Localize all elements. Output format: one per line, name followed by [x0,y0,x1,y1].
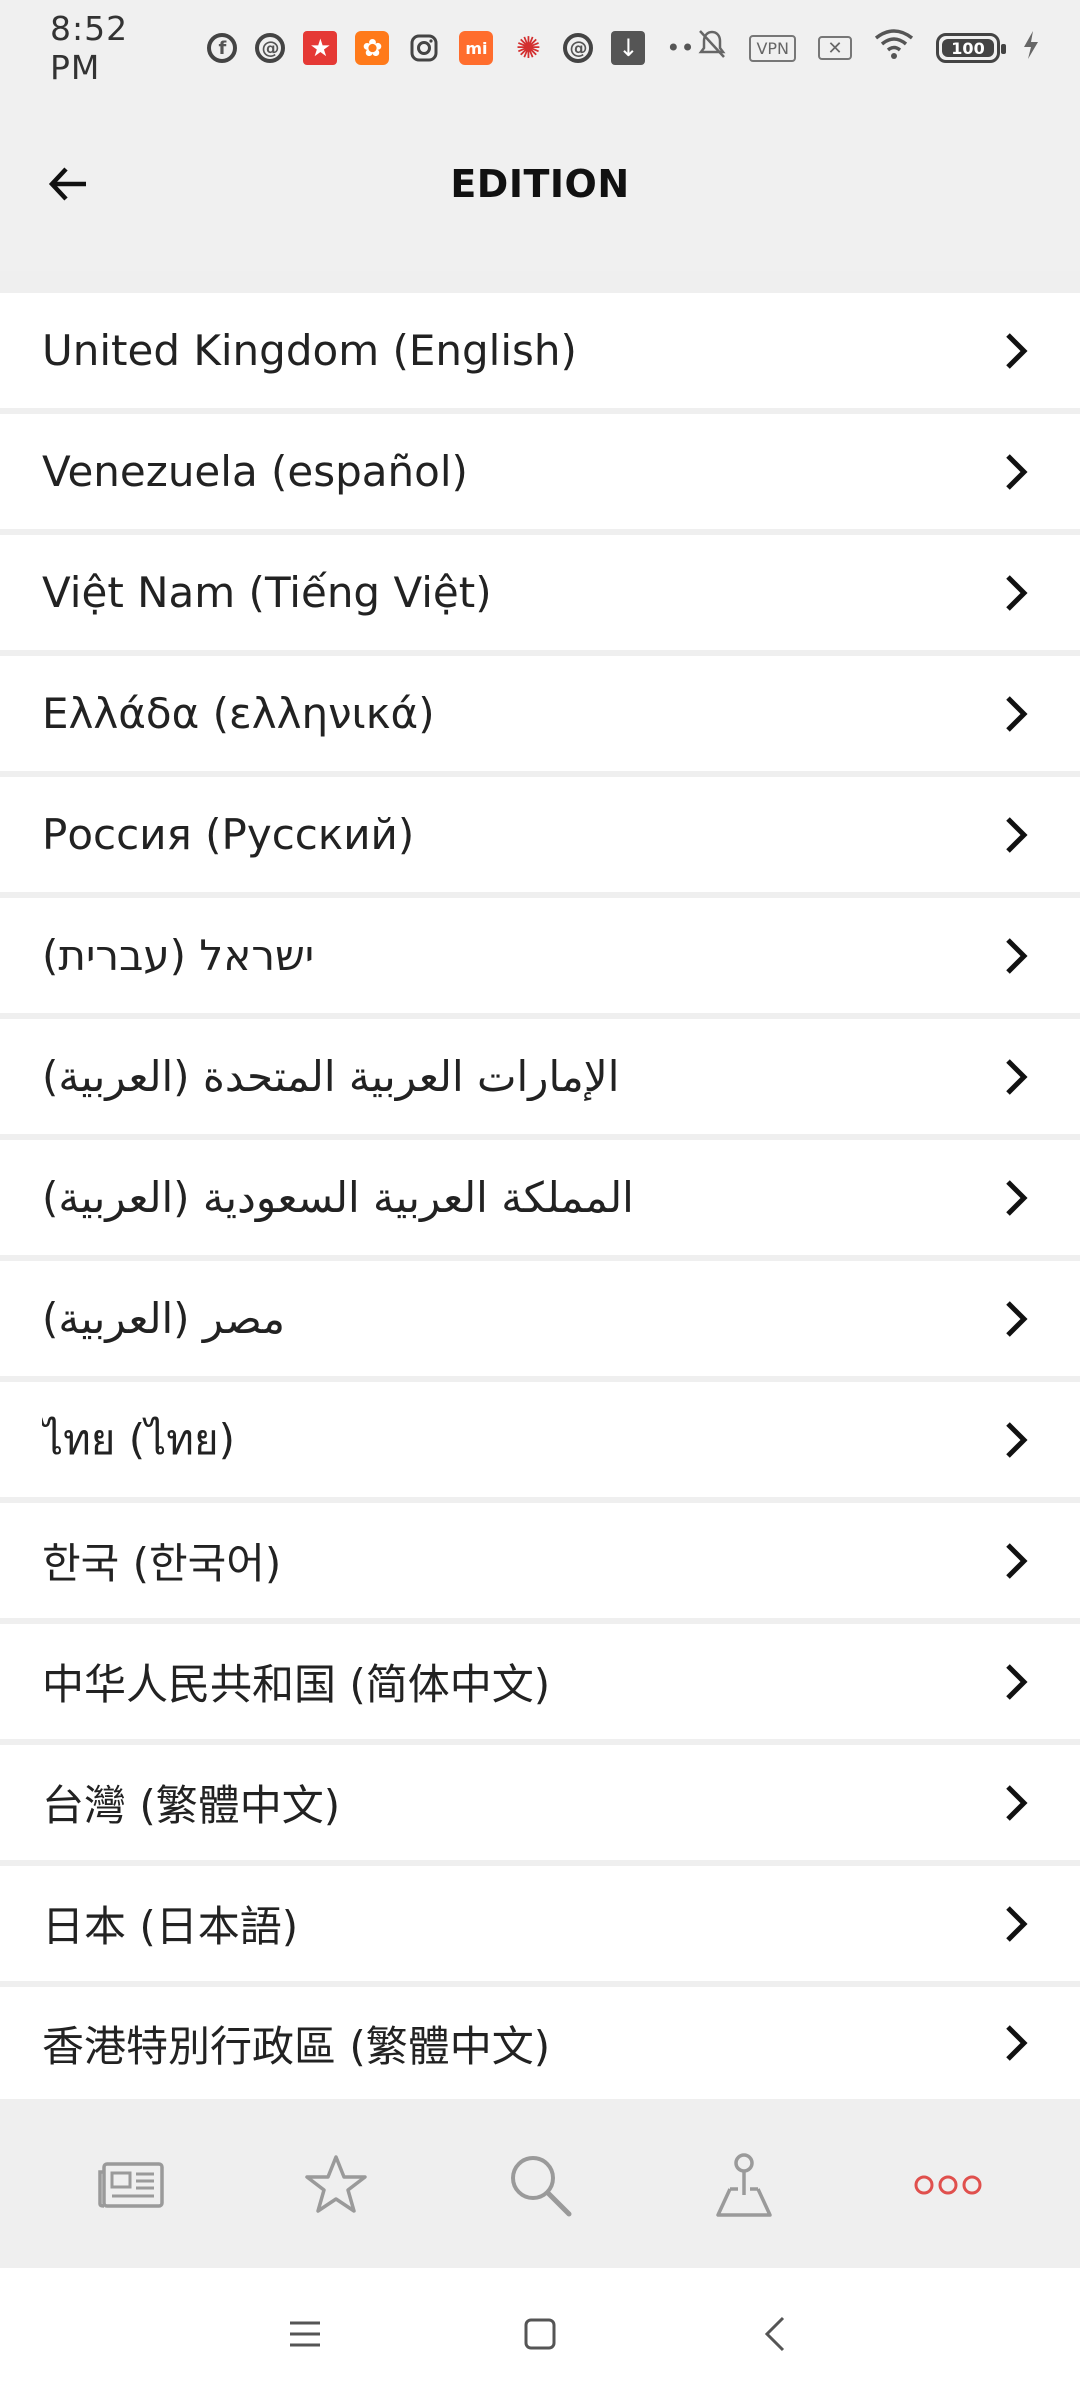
notification-app-icon: @ [255,33,286,63]
charging-icon [1022,29,1040,68]
system-navigation-bar [0,2268,1080,2400]
mi-icon: mi [459,31,494,65]
app-icon: ✿ [355,31,390,65]
edition-item-vietnam[interactable]: Việt Nam (Tiếng Việt) [0,535,1080,650]
chevron-right-icon [996,1420,1036,1460]
chevron-right-icon [996,452,1036,492]
chevron-left-icon [764,2316,785,2352]
edition-label: 台灣 (繁體中文) [42,1781,341,1830]
search-icon [511,2155,572,2216]
back-button[interactable] [40,156,96,212]
download-icon: ↓ [611,31,646,65]
app-icon: ★ [303,31,338,65]
nav-favorites-button[interactable] [286,2135,386,2235]
edition-label: United Kingdom (English) [42,326,577,375]
chevron-right-icon [996,694,1036,734]
chevron-right-icon [996,936,1036,976]
edition-label: Venezuela (español) [42,447,468,496]
back-arrow-icon [48,166,86,201]
chevron-right-icon [996,1662,1036,1702]
square-icon [524,2318,556,2350]
edition-list[interactable]: United Kingdom (English) Venezuela (espa… [0,271,1080,2101]
notification-app-icon: @ [563,33,594,63]
status-bar: 8:52 PM f @ ★ ✿ mi ✺ @ ↓ •• VPN ✕ 100 [0,0,1080,96]
system-status-icons: VPN ✕ 100 [697,28,1040,68]
star-icon [305,2154,367,2213]
edition-item-egypt[interactable]: مصر (العربية) [0,1261,1080,1376]
sim-disabled-icon: ✕ [818,36,852,60]
app-bar: EDITION [0,96,1080,271]
map-marker-icon [716,2152,772,2217]
edition-item-united-kingdom[interactable]: United Kingdom (English) [0,293,1080,408]
notification-icons: f @ ★ ✿ mi ✺ @ ↓ •• [207,30,697,66]
edition-item-venezuela[interactable]: Venezuela (español) [0,414,1080,529]
edition-item-korea[interactable]: 한국 (한국어) [0,1503,1080,1618]
nav-search-button[interactable] [490,2135,590,2235]
edition-item-russia[interactable]: Россия (Русский) [0,777,1080,892]
chevron-right-icon [996,1904,1036,1944]
edition-label: Việt Nam (Tiếng Việt) [42,568,492,617]
edition-label: الإمارات العربية المتحدة (العربية) [42,1052,620,1101]
page-title: EDITION [450,161,630,206]
nav-local-button[interactable] [694,2135,794,2235]
edition-item-thailand[interactable]: ไทย (ไทย) [0,1382,1080,1497]
edition-item-greece[interactable]: Ελλάδα (ελληνικά) [0,656,1080,771]
edition-label: Россия (Русский) [42,810,415,859]
menu-icon [290,2321,320,2347]
edition-item-uae[interactable]: الإمارات العربية المتحدة (العربية) [0,1019,1080,1134]
chevron-right-icon [996,1057,1036,1097]
status-time: 8:52 PM [50,9,129,87]
edition-label: ישראל (עברית) [42,931,315,980]
chevron-right-icon [996,1783,1036,1823]
bottom-navigation [0,2101,1080,2268]
edition-item-israel[interactable]: ישראל (עברית) [0,898,1080,1013]
more-dots-icon: •• [666,34,695,62]
edition-label: مصر (العربية) [42,1294,285,1343]
nav-news-button[interactable] [82,2135,182,2235]
edition-label: 中华人民共和国 (简体中文) [42,1660,551,1709]
edition-item-taiwan[interactable]: 台灣 (繁體中文) [0,1745,1080,1860]
chevron-right-icon [996,2023,1036,2063]
home-button[interactable] [510,2304,570,2364]
app-icon: ✺ [515,30,541,66]
more-icon [914,2175,982,2194]
edition-item-saudi-arabia[interactable]: المملكة العربية السعودية (العربية) [0,1140,1080,1255]
mute-icon [697,28,727,68]
edition-label: 한국 (한국어) [42,1539,282,1588]
battery-icon: 100 [936,33,1006,63]
edition-item-hong-kong[interactable]: 香港特別行政區 (繁體中文) [0,1987,1080,2099]
chevron-right-icon [996,815,1036,855]
instagram-icon [407,31,441,65]
edition-label: 香港特別行政區 (繁體中文) [42,2021,551,2071]
recent-apps-button[interactable] [275,2304,335,2364]
vpn-icon: VPN [749,34,796,62]
chevron-right-icon [996,1541,1036,1581]
chevron-right-icon [996,1178,1036,1218]
chevron-right-icon [996,573,1036,613]
edition-label: ไทย (ไทย) [42,1414,235,1464]
newspaper-icon [98,2161,164,2208]
battery-level: 100 [951,38,985,58]
wifi-icon [874,28,914,68]
edition-label: المملكة العربية السعودية (العربية) [42,1173,634,1222]
edition-item-japan[interactable]: 日本 (日本語) [0,1866,1080,1981]
edition-label: 日本 (日本語) [42,1902,299,1951]
chevron-right-icon [996,1299,1036,1339]
facebook-icon: f [207,33,238,63]
nav-more-button[interactable] [898,2135,998,2235]
system-back-button[interactable] [745,2304,805,2364]
edition-label: Ελλάδα (ελληνικά) [42,689,435,738]
edition-item-china[interactable]: 中华人民共和国 (简体中文) [0,1624,1080,1739]
chevron-right-icon [996,331,1036,371]
